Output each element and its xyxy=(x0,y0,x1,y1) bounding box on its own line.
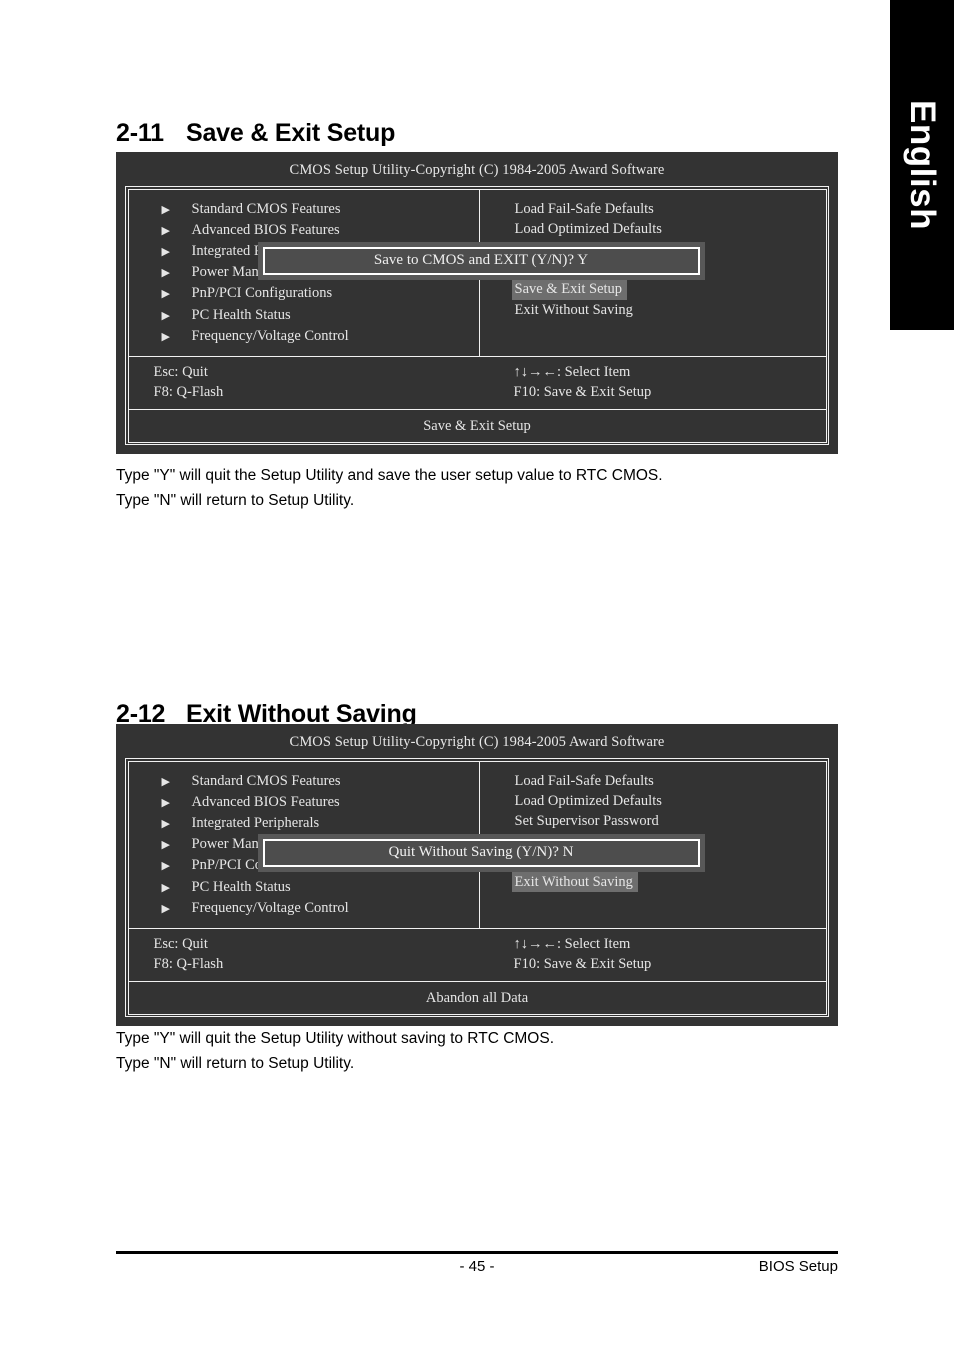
bios-screen-exit-without-saving: CMOS Setup Utility-Copyright (C) 1984-20… xyxy=(116,724,838,1027)
menu-item-load-optimized-defaults[interactable]: Load Optimized Defaults xyxy=(480,219,826,239)
menu-item-label: Frequency/Voltage Control xyxy=(191,327,349,344)
paragraph-exit-without-saving-line1: Type "Y" will quit the Setup Utility wit… xyxy=(116,1030,554,1047)
menu-item-label: Exit Without Saving xyxy=(514,301,633,318)
bullet-arrow-icon: ▶ xyxy=(161,902,170,915)
section-number: 2-11 xyxy=(116,118,164,147)
key-esc-quit: Esc: Quit xyxy=(153,363,208,380)
bullet-arrow-icon: ▶ xyxy=(161,330,170,343)
key-f8-qflash: F8: Q-Flash xyxy=(153,956,224,973)
paragraph-save-exit-line1: Type "Y" will quit the Setup Utility and… xyxy=(116,467,663,484)
footer-chapter-label: BIOS Setup xyxy=(758,1258,838,1275)
bullet-arrow-icon: ▶ xyxy=(161,817,170,830)
key-esc-quit: Esc: Quit xyxy=(153,935,208,952)
confirm-dialog-text: Save to CMOS and EXIT (Y/N)? Y xyxy=(373,252,589,268)
menu-item-label: Set Supervisor Password xyxy=(514,812,659,829)
menu-item-frequency-voltage-control[interactable]: ▶ Frequency/Voltage Control xyxy=(129,326,479,347)
confirm-dialog-frame: Save to CMOS and EXIT (Y/N)? Y xyxy=(262,246,700,275)
menu-item-label: Standard CMOS Features xyxy=(191,772,341,789)
bullet-arrow-icon: ▶ xyxy=(161,881,170,894)
menu-item-label: Load Fail-Safe Defaults xyxy=(514,772,654,789)
key-select-item: ↑↓→←: Select Item xyxy=(513,363,631,380)
menu-item-set-supervisor-password[interactable]: Set Supervisor Password xyxy=(480,811,826,831)
menu-item-exit-without-saving[interactable]: Exit Without Saving xyxy=(480,871,826,892)
menu-item-load-fail-safe-defaults[interactable]: Load Fail-Safe Defaults xyxy=(480,771,826,791)
bios-status-bar: Abandon all Data xyxy=(425,989,529,1006)
menu-item-label: PC Health Status xyxy=(191,878,291,895)
menu-item-pnp-pci-configurations[interactable]: ▶ PnP/PCI Configurations xyxy=(129,283,479,304)
menu-item-label-highlighted: Exit Without Saving xyxy=(511,871,638,892)
confirm-dialog-text: Quit Without Saving (Y/N)? N xyxy=(388,844,574,860)
menu-item-pc-health-status[interactable]: ▶ PC Health Status xyxy=(129,305,479,326)
key-legend-row: Esc: Quit ↑↓→←: Select Item xyxy=(129,362,826,383)
bios-screen-save-exit: CMOS Setup Utility-Copyright (C) 1984-20… xyxy=(116,152,838,455)
bios-status-bar: Save & Exit Setup xyxy=(423,417,531,434)
bios-title-bar: CMOS Setup Utility-Copyright (C) 1984-20… xyxy=(289,162,665,178)
menu-item-label: PC Health Status xyxy=(191,306,291,323)
key-f10-save-exit: F10: Save & Exit Setup xyxy=(513,956,652,973)
bios-menu-body: Save to CMOS and EXIT (Y/N)? Y ▶ Standar… xyxy=(128,189,826,357)
section-title: Save & Exit Setup xyxy=(186,118,396,147)
menu-item-label-highlighted: Save & Exit Setup xyxy=(511,279,628,300)
language-tab: English xyxy=(890,0,954,330)
confirm-dialog-frame: Quit Without Saving (Y/N)? N xyxy=(262,838,700,867)
bullet-arrow-icon: ▶ xyxy=(161,224,170,237)
paragraph-save-exit-line2: Type "N" will return to Setup Utility. xyxy=(116,492,355,509)
bios-title-bar: CMOS Setup Utility-Copyright (C) 1984-20… xyxy=(289,734,665,750)
key-select-item: ↑↓→←: Select Item xyxy=(513,935,631,952)
bios-key-legend: Esc: Quit ↑↓→←: Select Item F8: Q-Flash … xyxy=(128,357,826,410)
menu-item-advanced-bios-features[interactable]: ▶ Advanced BIOS Features xyxy=(129,220,479,241)
bullet-arrow-icon: ▶ xyxy=(161,775,170,788)
bullet-arrow-icon: ▶ xyxy=(161,203,170,216)
confirm-dialog-save-exit[interactable]: Save to CMOS and EXIT (Y/N)? Y xyxy=(257,241,705,280)
bios-outer-frame: Quit Without Saving (Y/N)? N ▶ Standard … xyxy=(125,758,829,1018)
menu-item-standard-cmos-features[interactable]: ▶ Standard CMOS Features xyxy=(129,199,479,220)
menu-item-label: Load Fail-Safe Defaults xyxy=(514,200,654,217)
paragraph-exit-without-saving-line2: Type "N" will return to Setup Utility. xyxy=(116,1055,355,1072)
key-f10-save-exit: F10: Save & Exit Setup xyxy=(513,384,652,401)
menu-item-integrated-peripherals[interactable]: ▶ Integrated Peripherals xyxy=(129,813,479,834)
key-legend-row: F8: Q-Flash F10: Save & Exit Setup xyxy=(129,382,826,403)
menu-item-label: Load Optimized Defaults xyxy=(514,792,662,809)
menu-item-standard-cmos-features[interactable]: ▶ Standard CMOS Features xyxy=(129,771,479,792)
bullet-arrow-icon: ▶ xyxy=(161,796,170,809)
bullet-arrow-icon: ▶ xyxy=(161,860,170,873)
bios-menu-body: Quit Without Saving (Y/N)? N ▶ Standard … xyxy=(128,761,826,929)
menu-item-label: Advanced BIOS Features xyxy=(191,793,340,810)
section-heading-2-11: 2-11 Save & Exit Setup xyxy=(116,119,395,148)
footer-divider xyxy=(116,1251,838,1254)
bullet-arrow-icon: ▶ xyxy=(161,309,170,322)
confirm-dialog-quit-without-saving[interactable]: Quit Without Saving (Y/N)? N xyxy=(257,833,705,872)
menu-item-save-exit-setup[interactable]: Save & Exit Setup xyxy=(480,279,826,300)
menu-item-frequency-voltage-control[interactable]: ▶ Frequency/Voltage Control xyxy=(129,898,479,919)
bios-outer-frame: Save to CMOS and EXIT (Y/N)? Y ▶ Standar… xyxy=(125,186,829,446)
bios-key-legend: Esc: Quit ↑↓→←: Select Item F8: Q-Flash … xyxy=(128,929,826,982)
menu-item-exit-without-saving[interactable]: Exit Without Saving xyxy=(480,300,826,320)
page-content: 2-11 Save & Exit Setup CMOS Setup Utility… xyxy=(116,0,840,1354)
bullet-arrow-icon: ▶ xyxy=(161,267,170,280)
menu-item-load-optimized-defaults[interactable]: Load Optimized Defaults xyxy=(480,791,826,811)
bullet-arrow-icon: ▶ xyxy=(161,288,170,301)
bios-inner-frame: Quit Without Saving (Y/N)? N ▶ Standard … xyxy=(127,760,827,1015)
key-legend-row: Esc: Quit ↑↓→←: Select Item xyxy=(129,934,826,955)
menu-item-label: Frequency/Voltage Control xyxy=(191,899,349,916)
language-tab-label: English xyxy=(903,100,942,230)
menu-item-label: PnP/PCI Configurations xyxy=(191,285,333,302)
key-legend-row: F8: Q-Flash F10: Save & Exit Setup xyxy=(129,954,826,975)
bullet-arrow-icon: ▶ xyxy=(161,839,170,852)
menu-item-label: Load Optimized Defaults xyxy=(514,220,662,237)
menu-item-label: Integrated Peripherals xyxy=(191,814,320,831)
bullet-arrow-icon: ▶ xyxy=(161,245,170,258)
menu-item-load-fail-safe-defaults[interactable]: Load Fail-Safe Defaults xyxy=(480,199,826,219)
menu-item-advanced-bios-features[interactable]: ▶ Advanced BIOS Features xyxy=(129,792,479,813)
menu-item-pc-health-status[interactable]: ▶ PC Health Status xyxy=(129,877,479,898)
menu-item-label: Advanced BIOS Features xyxy=(191,221,340,238)
key-f8-qflash: F8: Q-Flash xyxy=(153,384,224,401)
bios-inner-frame: Save to CMOS and EXIT (Y/N)? Y ▶ Standar… xyxy=(127,188,827,443)
menu-item-label: Standard CMOS Features xyxy=(191,200,341,217)
